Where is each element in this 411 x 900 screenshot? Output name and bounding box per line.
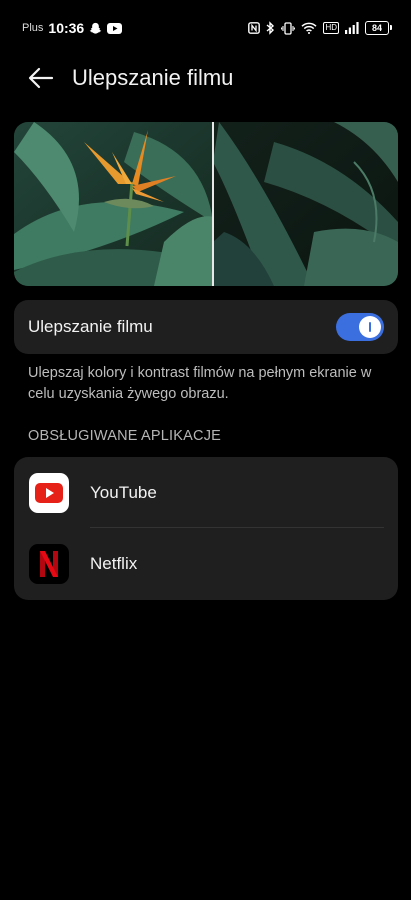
wifi-icon	[301, 22, 317, 34]
page-title: Ulepszanie filmu	[72, 65, 234, 90]
list-item-netflix[interactable]: Netflix	[14, 528, 398, 599]
back-button[interactable]	[18, 55, 64, 101]
snapchat-notification-icon	[89, 22, 102, 35]
app-name: YouTube	[90, 482, 157, 502]
status-bar: Plus 10:36 HD 84	[0, 0, 411, 56]
supported-apps-list: YouTube Netflix	[14, 457, 398, 600]
carrier-label: Plus	[22, 22, 44, 34]
bluetooth-icon	[266, 21, 275, 35]
nfc-icon	[248, 22, 261, 34]
toggle-label: Ulepszanie filmu	[28, 317, 153, 336]
feature-description: Ulepszaj kolory i kontrast filmów na peł…	[28, 365, 372, 402]
status-time: 10:36	[48, 20, 85, 36]
status-left: Plus 10:36	[22, 20, 123, 36]
supported-apps-header: OBSŁUGIWANE APLIKACJE	[28, 428, 222, 444]
vibrate-icon	[281, 21, 296, 35]
hd-network-badge: HD	[323, 22, 339, 34]
battery-indicator: 84	[365, 21, 392, 35]
film-enhancement-switch[interactable]	[336, 313, 384, 341]
before-after-preview-image	[14, 122, 398, 286]
signal-icon	[345, 22, 359, 34]
netflix-icon	[29, 543, 69, 584]
list-item-youtube[interactable]: YouTube	[14, 457, 398, 528]
app-header: Ulepszanie filmu	[0, 52, 411, 104]
arrow-left-icon	[28, 67, 54, 89]
status-right: HD 84	[248, 21, 392, 35]
youtube-icon	[29, 472, 69, 513]
youtube-notification-icon	[107, 22, 123, 34]
app-name: Netflix	[90, 553, 138, 573]
switch-knob	[359, 316, 381, 338]
film-enhancement-toggle-row[interactable]: Ulepszanie filmu	[14, 300, 398, 354]
